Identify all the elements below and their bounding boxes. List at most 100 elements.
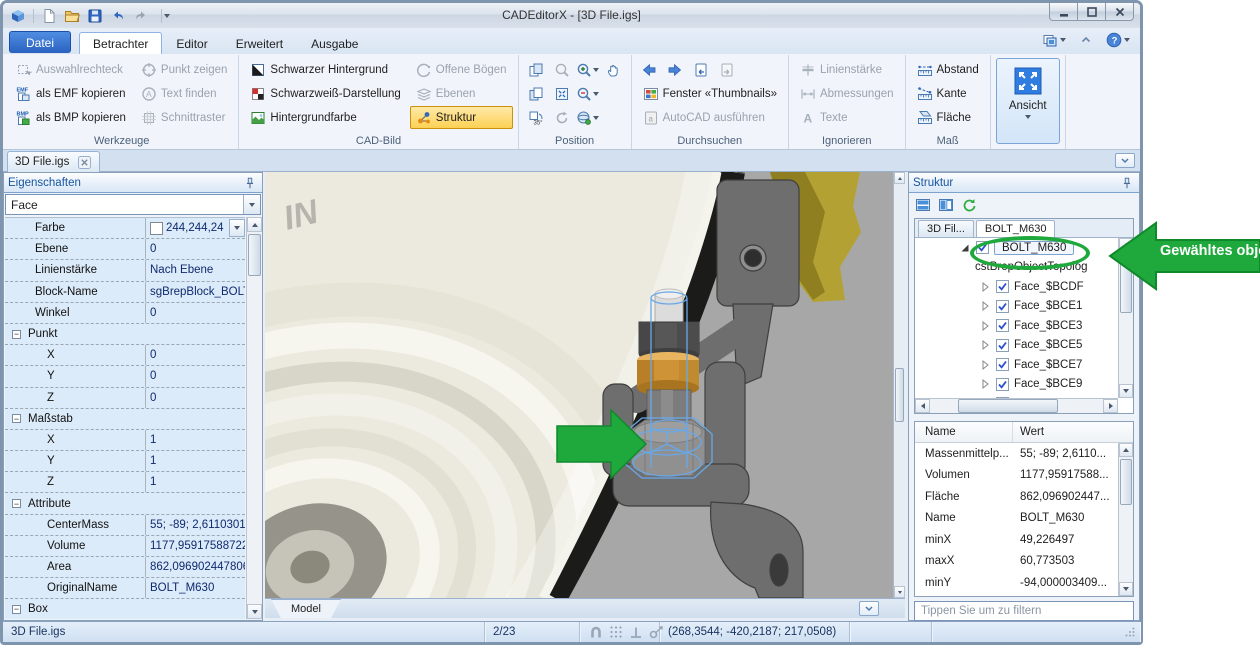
scroll-down-icon[interactable] (894, 586, 905, 598)
details-row-maxy[interactable]: maxY-83,999996590... (915, 594, 1133, 598)
ribbon-item-schwarzwei-darstellung[interactable]: Schwarzweiß-Darstellung (244, 82, 406, 105)
ribbon-item-als-emf-kopieren[interactable]: EMFals EMF kopieren (10, 82, 132, 105)
tab-datei[interactable]: Datei (9, 31, 71, 53)
tree-node-face-bce3[interactable]: Face_$BCE3 (915, 316, 1118, 336)
property-row-winkel[interactable]: Winkel0 (5, 303, 245, 324)
structure-tab-3d-fil[interactable]: 3D Fil... (918, 220, 974, 237)
property-row-attribute[interactable]: −Attribute (5, 493, 245, 514)
property-row-centermass[interactable]: CenterMass55; -89; 2,6110301 (5, 515, 245, 536)
magnet-button[interactable] (588, 624, 604, 640)
property-value[interactable]: Nach Ebene (145, 260, 245, 280)
property-value[interactable]: BOLT_M630 (145, 578, 245, 598)
details-header-name[interactable]: Name (915, 422, 1013, 442)
pin-icon[interactable] (242, 175, 258, 191)
details-row-miny[interactable]: minY-94,000003409... (915, 572, 1133, 594)
checkbox-checked-icon[interactable] (996, 300, 1009, 313)
property-row-box[interactable]: −Box (5, 599, 245, 619)
minimize-button[interactable] (1049, 3, 1078, 21)
property-row-y[interactable]: Y1 (5, 451, 245, 472)
property-value[interactable]: 0 (145, 345, 245, 365)
tree-scrollbar-horizontal[interactable] (915, 398, 1118, 413)
scroll-down-icon[interactable] (1119, 582, 1133, 596)
ribbon-item-texte[interactable]: ATexte (794, 106, 900, 129)
zoom-out-button[interactable] (576, 82, 600, 105)
property-value[interactable]: 55; -89; 2,6110301 (145, 515, 245, 535)
zoom-in-button[interactable] (576, 58, 600, 81)
property-row-y[interactable]: Y0 (5, 366, 245, 387)
orbit-button[interactable] (576, 106, 600, 129)
property-value[interactable]: 0 (145, 388, 245, 408)
pan-hand-button[interactable] (602, 58, 626, 81)
tree-collapsed-icon[interactable] (979, 359, 991, 371)
ribbon-item-fenster-thumbnails[interactable]: Fenster «Thumbnails» (637, 82, 783, 105)
collapse-group-icon[interactable]: − (12, 330, 21, 339)
ribbon-item-autocad-ausf-hren[interactable]: aAutoCAD ausführen (637, 106, 783, 129)
tree-node-face-bce7[interactable]: Face_$BCE7 (915, 355, 1118, 375)
checkbox-checked-icon[interactable] (996, 319, 1009, 332)
collapse-group-icon[interactable]: − (12, 414, 21, 423)
checkbox-checked-icon[interactable] (996, 358, 1009, 371)
ribbon-item-struktur[interactable]: Struktur (410, 106, 513, 129)
details-row-minx[interactable]: minX49,226497 (915, 529, 1133, 551)
filter-input[interactable] (914, 601, 1134, 621)
split-v-button[interactable] (936, 196, 956, 215)
property-value[interactable]: 0 (145, 239, 245, 259)
combo-dropdown-icon[interactable] (243, 195, 260, 214)
document-tab[interactable]: 3D File.igs (7, 151, 100, 172)
property-value[interactable]: 1 (145, 472, 245, 492)
tree-collapsed-icon[interactable] (979, 300, 991, 312)
property-row-farbe[interactable]: Farbe244,244,24 (5, 218, 245, 239)
ribbon-item-abstand[interactable]: Abstand (911, 58, 985, 81)
tab-betrachter[interactable]: Betrachter (79, 32, 162, 54)
ribbon-item-linienst-rke[interactable]: Linienstärke (794, 58, 900, 81)
ribbon-item-text-finden[interactable]: AText finden (135, 82, 234, 105)
model-tab[interactable]: Model (271, 599, 341, 618)
rotate-35-button[interactable]: 35° (524, 106, 548, 129)
rotate-circle-button[interactable] (550, 106, 574, 129)
ribbon-item-ebenen[interactable]: Ebenen (410, 82, 513, 105)
help-button[interactable]: ? (1104, 31, 1132, 49)
resize-grip-icon[interactable] (1122, 624, 1138, 640)
property-row-block-name[interactable]: Block-NamesgBrepBlock_BOLT_ (5, 282, 245, 303)
ribbon-item-abmessungen[interactable]: Abmessungen (794, 82, 900, 105)
details-row-name[interactable]: NameBOLT_M630 (915, 508, 1133, 530)
collapse-group-icon[interactable]: − (12, 605, 21, 614)
tree-node-face-bce1[interactable]: Face_$BCE1 (915, 297, 1118, 317)
structure-tab-bolt-m630[interactable]: BOLT_M630 (976, 220, 1056, 237)
checkbox-checked-icon[interactable] (996, 378, 1009, 391)
viewport-scrollbar[interactable] (893, 172, 905, 598)
property-row-x[interactable]: X1 (5, 430, 245, 451)
tab-ausgabe[interactable]: Ausgabe (297, 32, 372, 54)
property-row-volume[interactable]: Volume1177,95917588722 (5, 536, 245, 557)
tree-node-face-bce5[interactable]: Face_$BCE5 (915, 336, 1118, 356)
details-row-massenmittelp[interactable]: Massenmittelp...55; -89; 2,6110... (915, 443, 1133, 465)
scroll-right-icon[interactable] (1103, 399, 1118, 413)
property-value[interactable]: 244,244,24 (145, 218, 245, 238)
ansicht-button[interactable]: Ansicht (996, 58, 1060, 144)
page-forward-button[interactable] (715, 58, 739, 81)
refresh-button[interactable] (959, 196, 979, 215)
maximize-button[interactable] (1077, 3, 1106, 21)
fit-extents-button[interactable] (550, 82, 574, 105)
scroll-thumb[interactable] (1120, 459, 1132, 505)
property-value[interactable]: 1177,95917588722 (145, 536, 245, 556)
ribbon-item-schwarzer-hintergrund[interactable]: Schwarzer Hintergrund (244, 58, 406, 81)
ribbon-item-schnittraster[interactable]: Schnittraster (135, 106, 234, 129)
page-back-button[interactable] (689, 58, 713, 81)
property-row-z[interactable]: Z0 (5, 388, 245, 409)
property-value[interactable]: 862,096902447806 (145, 557, 245, 577)
scroll-down-icon[interactable] (1119, 384, 1133, 398)
details-row-volumen[interactable]: Volumen1177,95917588... (915, 465, 1133, 487)
ribbon-item-punkt-zeigen[interactable]: Punkt zeigen (135, 58, 234, 81)
copy-pages-button[interactable] (524, 82, 548, 105)
scroll-thumb[interactable] (958, 399, 1058, 413)
checkbox-checked-icon[interactable] (996, 280, 1009, 293)
properties-scrollbar[interactable] (246, 217, 262, 619)
scroll-up-icon[interactable] (894, 172, 905, 184)
scroll-thumb[interactable] (248, 234, 261, 276)
ribbon-item-kante[interactable]: Kante (911, 82, 985, 105)
details-row-maxx[interactable]: maxX60,773503 (915, 551, 1133, 573)
tree-node-face-bce9[interactable]: Face_$BCE9 (915, 375, 1118, 395)
ribbon-item-als-bmp-kopieren[interactable]: BMPals BMP kopieren (10, 106, 132, 129)
property-value[interactable]: 0 (145, 366, 245, 386)
